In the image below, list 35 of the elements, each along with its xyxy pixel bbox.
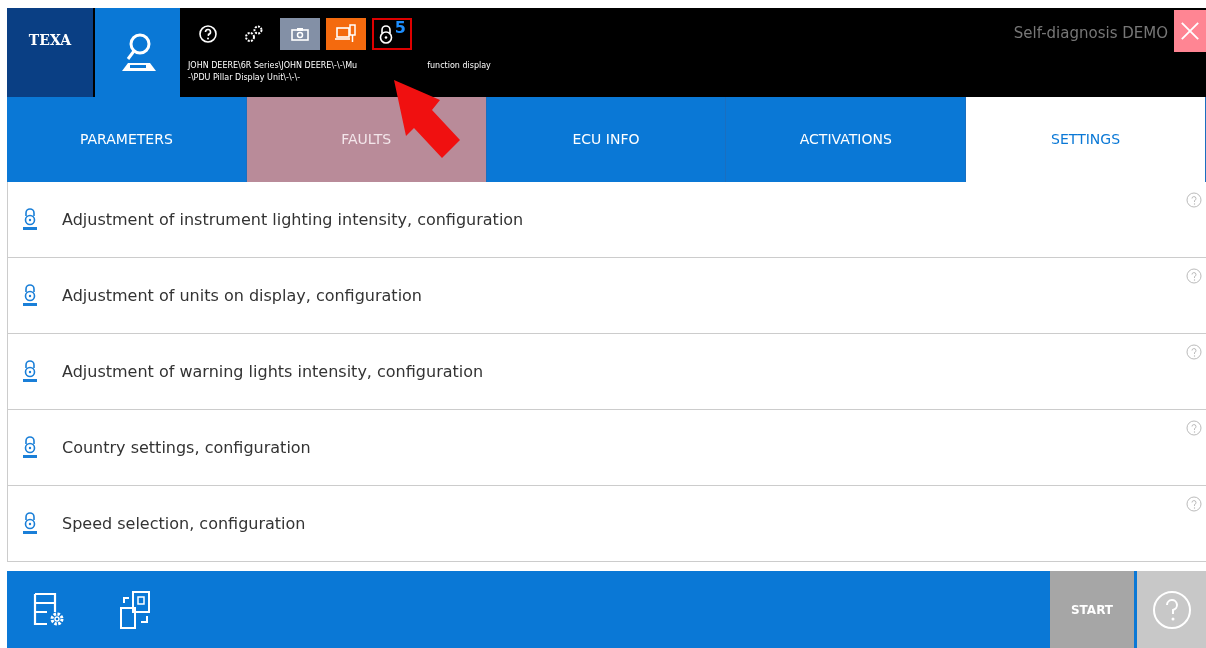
close-button[interactable]: [1174, 10, 1206, 52]
close-icon: [1180, 20, 1200, 42]
settings-list-item[interactable]: Adjustment of units on display, configuration: [7, 258, 1206, 334]
diagnosis-search-button[interactable]: [95, 8, 180, 97]
padlock-icon: [378, 24, 394, 44]
settings-list-item[interactable]: Adjustment of warning lights intensity, configuration: [7, 334, 1206, 410]
web-padlock-icon: [22, 511, 38, 536]
web-padlock-icon: [22, 283, 38, 308]
vehicle-path-text: function display: [427, 61, 491, 70]
camera-icon: [291, 27, 309, 41]
tab[interactable]: ACTIVATIONS: [726, 97, 967, 182]
help-button[interactable]: [1134, 571, 1206, 648]
help-icon: [1151, 589, 1192, 630]
web-padlock-icon: [22, 207, 38, 232]
item-label: Speed selection, configuration: [62, 512, 306, 535]
window-title: Self-diagnosis DEMO: [1013, 23, 1169, 44]
vehicle-path-text: -\PDU Pillar Display Unit\-\-\-: [188, 72, 302, 84]
camera-button[interactable]: [280, 18, 320, 50]
gears-icon[interactable]: [243, 24, 265, 44]
item-label: Adjustment of instrument lighting intensity, configuration: [62, 208, 524, 231]
tab[interactable]: ECU INFO: [486, 97, 727, 182]
texa-logo: TEXA: [7, 8, 93, 97]
settings-list-item[interactable]: Adjustment of instrument lighting intensity, configuration: [7, 182, 1206, 258]
web-padlock-icon: [22, 359, 38, 384]
item-label: Adjustment of units on display, configuration: [62, 284, 422, 307]
settings-list-item[interactable]: Speed selection, configuration: [7, 486, 1206, 562]
lock-button[interactable]: 5: [372, 18, 412, 50]
laptop-device-icon: [335, 24, 357, 44]
vehicle-path-text: JOHN DEERE\6R Series\JOHN DEERE\-\-\Mu: [188, 61, 358, 70]
item-label: Adjustment of warning lights intensity, configuration: [62, 360, 484, 383]
settings-list-item[interactable]: Country settings, configuration: [7, 410, 1206, 486]
web-padlock-icon: [22, 435, 38, 460]
item-label: Country settings, configuration: [62, 436, 311, 459]
device-button[interactable]: [326, 18, 366, 50]
tab[interactable]: PARAMETERS: [7, 97, 247, 182]
